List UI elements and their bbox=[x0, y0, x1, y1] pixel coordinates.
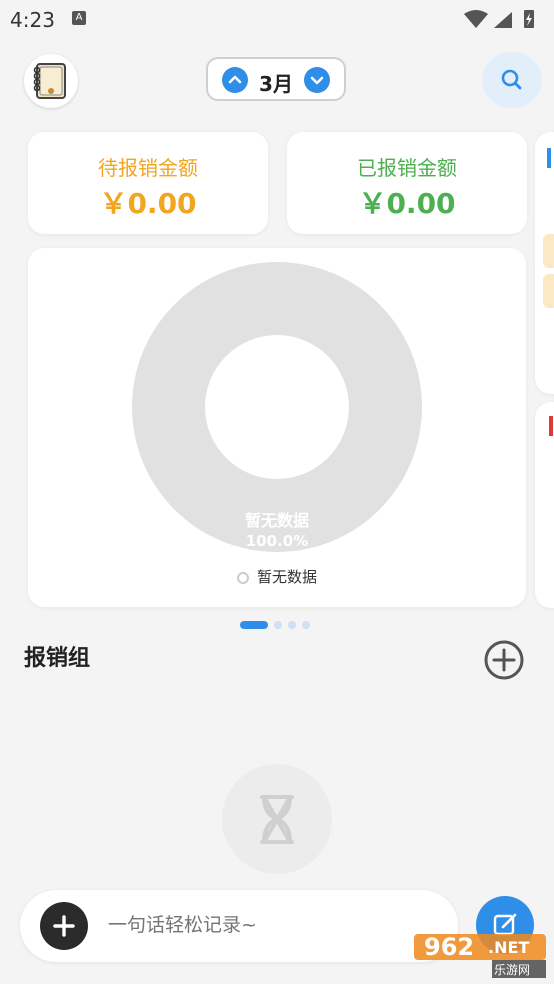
system-status-icons bbox=[464, 10, 534, 28]
chevron-down-icon bbox=[310, 76, 324, 85]
chart-legend: 暂无数据 bbox=[28, 566, 526, 587]
avatar[interactable] bbox=[24, 54, 78, 108]
donut-chart: 暂无数据 100.0% bbox=[132, 262, 422, 552]
next-month-button[interactable] bbox=[304, 67, 330, 93]
donut-center-percent: 100.0% bbox=[245, 532, 309, 550]
month-switcher: 3月 bbox=[206, 57, 346, 101]
next-page-card-lower[interactable] bbox=[535, 402, 554, 608]
quick-record-bar bbox=[20, 890, 458, 962]
add-record-button[interactable] bbox=[40, 902, 88, 950]
chart-card: 暂无数据 100.0% 暂无数据 bbox=[28, 248, 526, 607]
status-bar: 4:23 A bbox=[0, 0, 554, 38]
pagination-dots bbox=[240, 621, 316, 629]
watermark-sub: 乐游网 bbox=[494, 963, 531, 977]
watermark-net: .NET bbox=[488, 938, 530, 957]
reimbursed-amount-title: 已报销金额 bbox=[357, 156, 457, 180]
legend-label: 暂无数据 bbox=[256, 568, 317, 586]
card-accent-bar bbox=[547, 148, 551, 168]
quick-record-input[interactable] bbox=[108, 914, 428, 936]
search-icon bbox=[501, 69, 522, 90]
notification-icon: A bbox=[72, 11, 86, 25]
donut-center-label: 暂无数据 bbox=[244, 511, 309, 530]
card-tag bbox=[543, 274, 554, 308]
wifi-icon bbox=[464, 10, 488, 28]
reimbursed-amount-value: ￥0.00 bbox=[358, 187, 456, 220]
empty-state bbox=[222, 764, 332, 874]
next-page-card[interactable] bbox=[535, 132, 554, 394]
pending-amount-title: 待报销金额 bbox=[98, 156, 198, 180]
donut-hole bbox=[205, 335, 349, 479]
plus-icon bbox=[53, 915, 75, 937]
page-dot[interactable] bbox=[288, 621, 296, 629]
hourglass-icon bbox=[260, 795, 294, 844]
watermark-logo: 962 .NET 乐游网 bbox=[414, 930, 548, 980]
page-dot[interactable] bbox=[302, 621, 310, 629]
signal-icon bbox=[494, 12, 512, 28]
watermark-number: 962 bbox=[424, 933, 475, 961]
add-group-button[interactable] bbox=[484, 640, 524, 680]
legend-spinner-icon bbox=[236, 572, 249, 584]
pending-amount-card[interactable]: 待报销金额 ￥0.00 bbox=[28, 132, 268, 234]
card-tag bbox=[543, 234, 554, 268]
pending-amount-value: ￥0.00 bbox=[99, 187, 197, 220]
section-title: 报销组 bbox=[24, 646, 91, 671]
plus-circle-icon bbox=[484, 640, 524, 680]
search-button[interactable] bbox=[482, 52, 542, 108]
page-dot-active[interactable] bbox=[240, 621, 268, 629]
reimbursed-amount-card[interactable]: 已报销金额 ￥0.00 bbox=[287, 132, 527, 234]
status-time: 4:23 bbox=[10, 8, 55, 32]
page-dot[interactable] bbox=[274, 621, 282, 629]
card-accent-bar bbox=[549, 416, 553, 436]
notebook-icon bbox=[33, 63, 66, 99]
